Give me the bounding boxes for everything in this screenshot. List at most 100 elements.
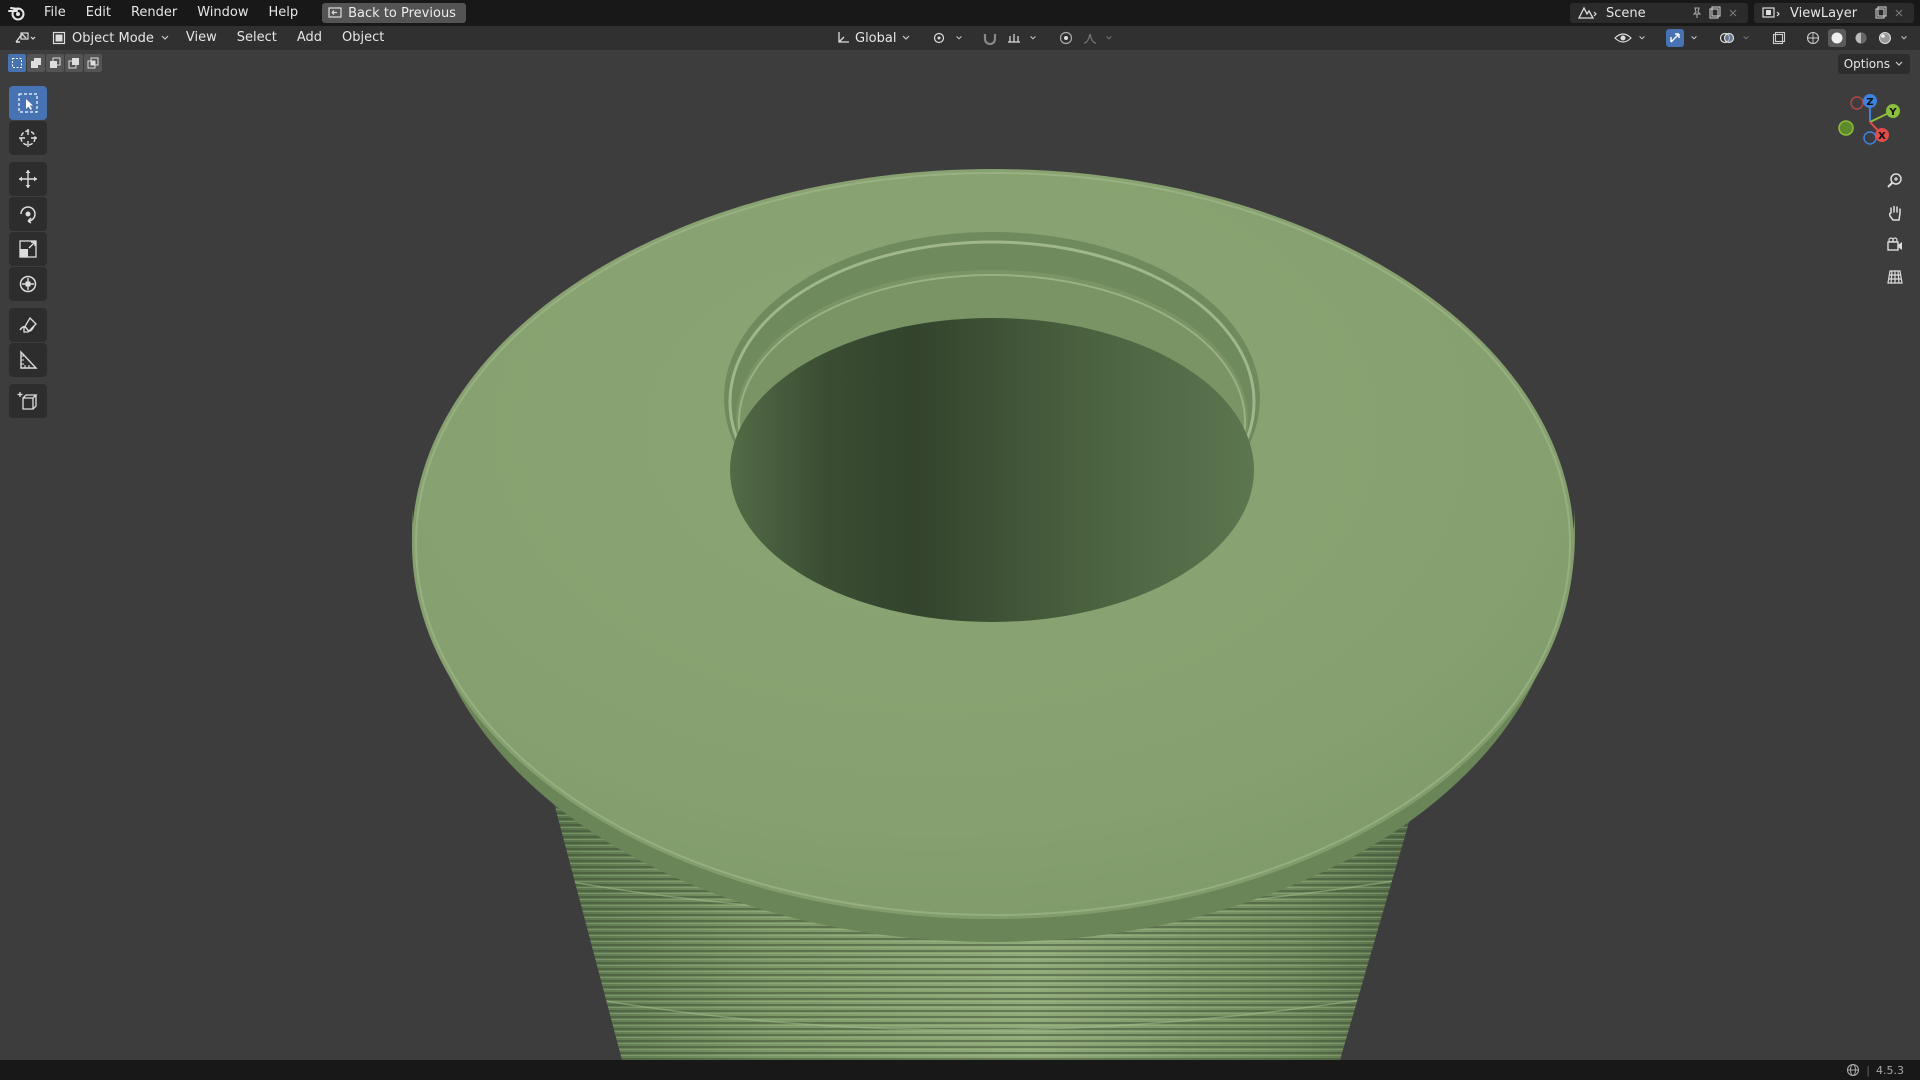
new-view-layer-icon[interactable] — [1872, 4, 1890, 22]
menu-add[interactable]: Add — [287, 26, 332, 50]
select-invert-mode-icon[interactable] — [65, 54, 83, 72]
network-globe-icon[interactable] — [1846, 1063, 1860, 1077]
3d-viewport[interactable]: Options Z Y X — [0, 50, 1920, 1060]
overlays-toggle-icon[interactable] — [1718, 29, 1736, 47]
options-dropdown[interactable]: Options — [1837, 54, 1910, 74]
add-cube-icon — [17, 392, 38, 410]
neg-y-axis-handle[interactable] — [1838, 120, 1854, 136]
wireframe-shading-icon[interactable] — [1804, 29, 1822, 47]
delete-scene-icon[interactable] — [1724, 4, 1742, 22]
threaded-cylinder-object[interactable] — [0, 50, 1920, 1060]
move-icon — [19, 170, 37, 188]
options-label: Options — [1843, 57, 1890, 71]
chevron-down-icon — [903, 35, 910, 40]
chevron-down-icon — [1030, 36, 1037, 40]
navigation-gizmo[interactable]: Z Y X — [1830, 86, 1910, 166]
orientation-axes-icon — [838, 32, 849, 43]
chevron-down-icon — [1691, 36, 1697, 40]
viewport-header: Object Mode View Select Add Object Globa… — [0, 26, 1920, 50]
object-visibility-icon[interactable] — [1614, 29, 1632, 47]
screen-back-icon — [328, 7, 342, 18]
back-to-previous-button[interactable]: Back to Previous — [322, 3, 466, 23]
xray-toggle-icon[interactable] — [1770, 29, 1788, 47]
scale-icon — [19, 240, 37, 258]
gizmos-toggle-icon[interactable] — [1666, 29, 1684, 47]
material-preview-icon[interactable] — [1852, 29, 1870, 47]
z-axis-label: Z — [1866, 97, 1873, 108]
menu-select[interactable]: Select — [227, 26, 287, 50]
falloff-curve-icon[interactable] — [1081, 29, 1099, 47]
rendered-shading-icon[interactable] — [1876, 29, 1894, 47]
new-scene-icon[interactable] — [1706, 4, 1724, 22]
zoom-icon[interactable] — [1882, 168, 1908, 194]
menu-view[interactable]: View — [176, 26, 227, 50]
move-tool[interactable] — [9, 162, 47, 196]
x-axis-label: X — [1878, 131, 1886, 142]
menu-window[interactable]: Window — [187, 0, 258, 26]
menu-help[interactable]: Help — [259, 0, 309, 26]
scene-icon — [1577, 6, 1597, 19]
view-layer-selector[interactable]: ViewLayer — [1754, 3, 1914, 23]
select-subtract-mode-icon[interactable] — [46, 54, 64, 72]
delete-view-layer-icon[interactable] — [1890, 4, 1908, 22]
scene-selector[interactable]: Scene — [1570, 3, 1748, 23]
back-to-previous-label: Back to Previous — [348, 5, 456, 21]
transform-orientation-dropdown[interactable]: Global — [836, 31, 911, 46]
status-separator: | — [1866, 1063, 1870, 1077]
camera-view-icon[interactable] — [1882, 232, 1908, 258]
object-mode-icon — [52, 31, 66, 45]
proportional-editing-icon[interactable] — [1057, 29, 1075, 47]
snap-increment-icon[interactable] — [1005, 29, 1023, 47]
chevron-down-icon — [1743, 36, 1749, 40]
top-menu-bar: File Edit Render Window Help Back to Pre… — [0, 0, 1920, 26]
neg-z-axis-handle[interactable] — [1863, 131, 1877, 145]
rotate-tool[interactable] — [9, 197, 47, 231]
blender-version: 4.5.3 — [1876, 1063, 1904, 1077]
chevron-down-icon — [1106, 36, 1113, 40]
chevron-down-icon — [1895, 61, 1903, 66]
transform-orientation-label: Global — [855, 30, 897, 46]
select-box-icon — [18, 93, 38, 113]
menu-edit[interactable]: Edit — [76, 0, 121, 26]
pivot-point-icon[interactable] — [931, 29, 949, 47]
chevron-down-icon — [1901, 36, 1907, 40]
select-intersect-mode-icon[interactable] — [84, 54, 102, 72]
tool-shelf — [8, 86, 48, 419]
neg-x-axis-handle[interactable] — [1850, 96, 1864, 110]
pin-icon[interactable] — [1688, 4, 1706, 22]
menu-object[interactable]: Object — [332, 26, 394, 50]
measure-tool[interactable] — [9, 343, 47, 377]
annotate-tool[interactable] — [9, 308, 47, 342]
cursor-tool[interactable] — [9, 121, 47, 155]
perspective-toggle-icon[interactable] — [1882, 264, 1908, 290]
chevron-down-icon — [1639, 36, 1645, 40]
scene-name: Scene — [1606, 5, 1646, 21]
view-layer-name: ViewLayer — [1790, 5, 1858, 21]
menu-file[interactable]: File — [34, 0, 76, 26]
transform-icon — [19, 275, 37, 293]
select-extend-mode-icon[interactable] — [27, 54, 45, 72]
cursor-icon — [19, 129, 37, 147]
chevron-down-icon — [956, 36, 963, 40]
viewport-navigation-buttons — [1882, 168, 1908, 290]
annotate-pencil-icon — [19, 316, 37, 333]
selection-mode-group — [8, 54, 102, 72]
status-bar: | 4.5.3 — [0, 1060, 1920, 1080]
object-mode-label: Object Mode — [72, 30, 154, 46]
measure-ruler-icon — [20, 350, 38, 369]
blender-logo-icon[interactable] — [0, 0, 34, 26]
view-layer-icon — [1762, 7, 1780, 18]
pan-hand-icon[interactable] — [1882, 200, 1908, 226]
select-box-tool[interactable] — [9, 86, 47, 120]
snap-magnet-icon[interactable] — [981, 29, 999, 47]
scale-tool[interactable] — [9, 232, 47, 266]
transform-tool[interactable] — [9, 267, 47, 301]
menu-render[interactable]: Render — [121, 0, 187, 26]
add-cube-tool[interactable] — [9, 384, 47, 418]
chevron-down-icon — [161, 35, 169, 40]
object-mode-dropdown[interactable]: Object Mode — [46, 28, 176, 48]
select-new-mode-icon[interactable] — [8, 54, 26, 72]
solid-shading-icon[interactable] — [1828, 29, 1846, 47]
editor-type-icon[interactable] — [12, 29, 40, 47]
y-axis-label: Y — [1888, 107, 1897, 118]
